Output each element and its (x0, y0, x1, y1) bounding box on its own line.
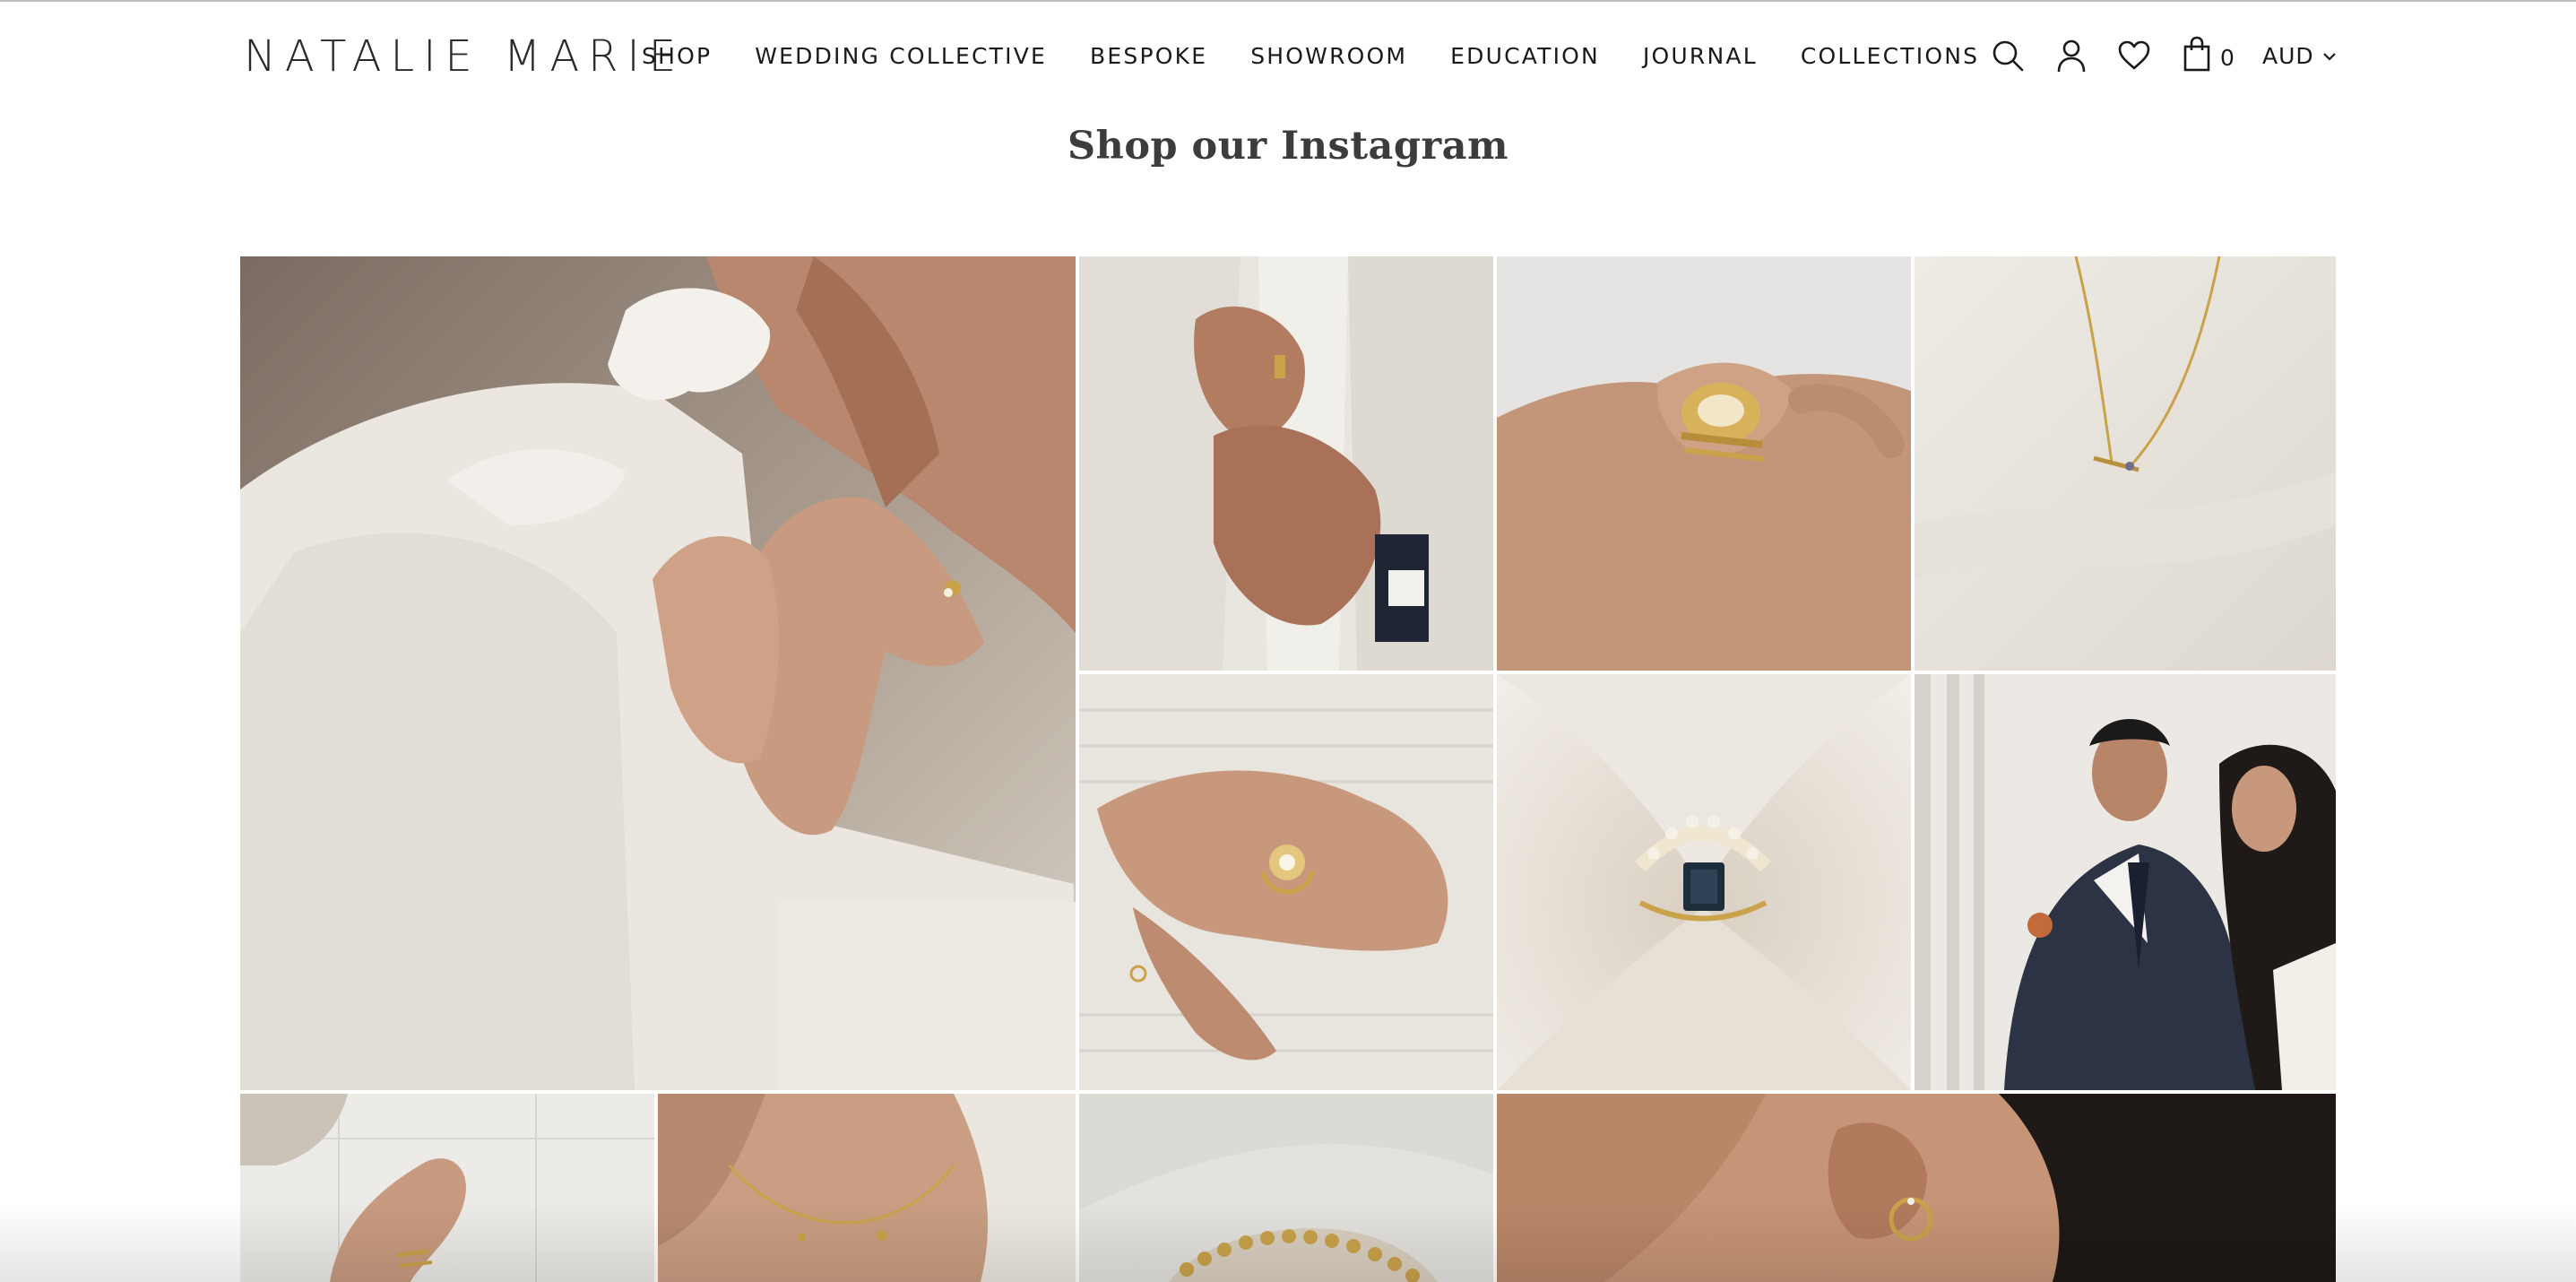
heart-icon[interactable] (2114, 36, 2154, 75)
nav-education[interactable]: EDUCATION (1450, 43, 1600, 69)
section-title: Shop our Instagram (1068, 124, 1508, 169)
instagram-tile-fan-ring[interactable] (1079, 674, 1493, 1090)
instagram-tile-neck-necklace[interactable] (658, 1094, 1076, 1282)
currency-selector[interactable]: AUD (2262, 43, 2338, 69)
main-nav: SHOP WEDDING COLLECTIVE BESPOKE SHOWROOM… (642, 38, 2022, 74)
nav-shop[interactable]: SHOP (642, 43, 712, 69)
nav-showroom[interactable]: SHOWROOM (1250, 43, 1407, 69)
user-icon[interactable] (2052, 36, 2091, 75)
instagram-tile-couple[interactable] (1915, 674, 2336, 1090)
instagram-tile-groom-hands[interactable] (1079, 256, 1493, 671)
instagram-tile-ear-earring[interactable] (1497, 1094, 2336, 1282)
currency-label: AUD (2262, 43, 2314, 69)
instagram-tile-ring-stack[interactable] (1497, 256, 1911, 671)
instagram-tile-hand-rings[interactable] (240, 1094, 654, 1282)
nav-bespoke[interactable]: BESPOKE (1090, 43, 1207, 69)
instagram-tile-sapphire-ring[interactable] (1497, 674, 1911, 1090)
instagram-tile-woman-earring[interactable] (240, 256, 1076, 1090)
chevron-down-icon (2322, 52, 2336, 61)
instagram-tile-necklace-satin[interactable] (1915, 256, 2336, 671)
nav-journal[interactable]: JOURNAL (1643, 43, 1758, 69)
instagram-grid (240, 256, 2336, 1282)
brand-logo[interactable]: NATALIE MARIE (244, 29, 685, 84)
instagram-tile-ring-tray[interactable] (1079, 1094, 1493, 1282)
cart-count[interactable]: 0 (2220, 45, 2235, 71)
nav-collections[interactable]: COLLECTIONS (1801, 43, 1979, 69)
nav-wedding-collective[interactable]: WEDDING COLLECTIVE (755, 43, 1047, 69)
shopping-bag-icon[interactable] (2178, 34, 2217, 74)
site-header: NATALIE MARIE SHOP WEDDING COLLECTIVE BE… (0, 2, 2576, 111)
search-icon[interactable] (1988, 36, 2027, 75)
